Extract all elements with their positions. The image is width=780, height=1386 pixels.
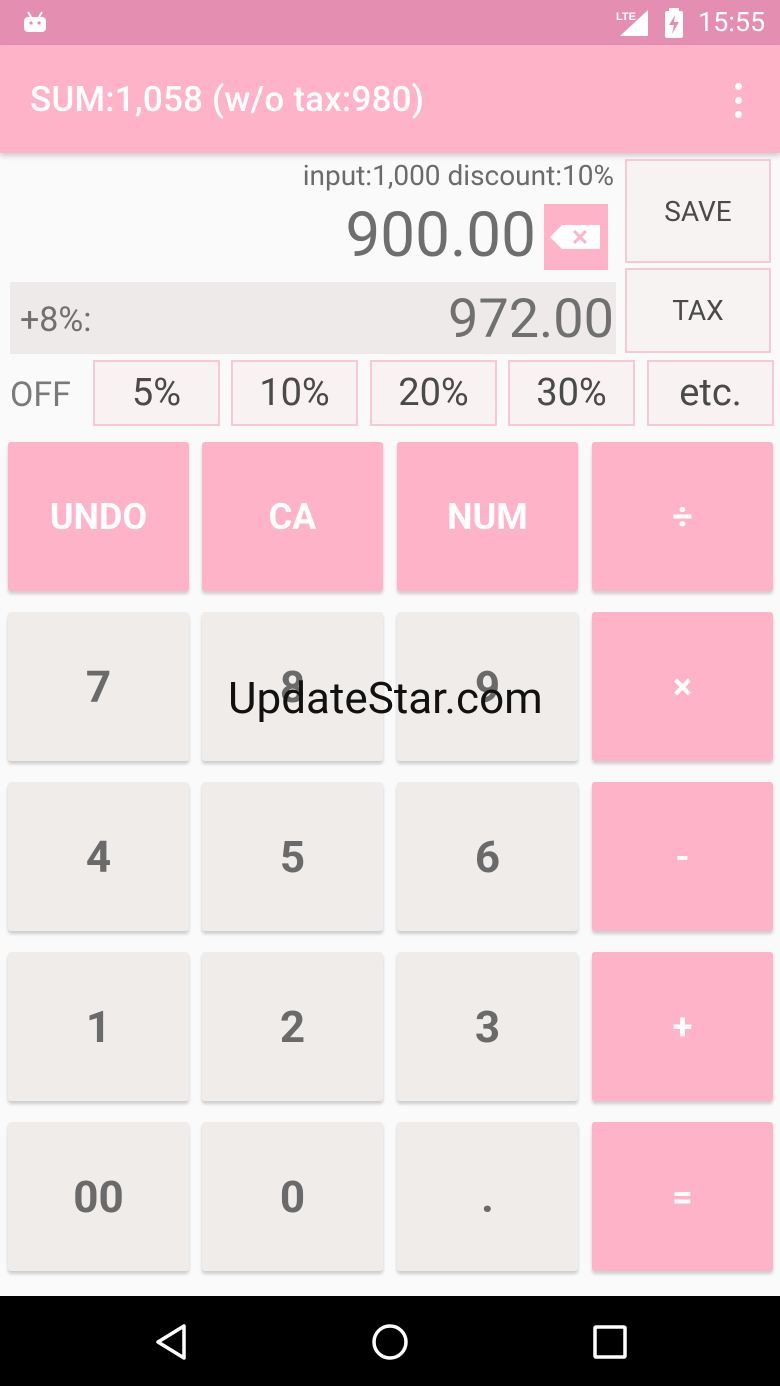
android-icon [24, 11, 46, 32]
tax-button[interactable]: TAX [625, 268, 771, 353]
home-icon[interactable] [370, 1322, 410, 1362]
key-9[interactable]: 9 [397, 612, 578, 761]
subtract-button[interactable]: - [592, 782, 773, 931]
app-bar: SUM:1,058 (w/o tax:980) [0, 45, 780, 153]
backspace-button[interactable] [544, 204, 608, 270]
clear-all-button[interactable]: CA [202, 442, 383, 591]
recents-icon[interactable] [592, 1324, 628, 1360]
backspace-icon [550, 225, 600, 249]
sum-title: SUM:1,058 (w/o tax:980) [30, 79, 425, 120]
overflow-menu-icon[interactable] [728, 81, 748, 121]
key-4[interactable]: 4 [8, 782, 189, 931]
divide-button[interactable]: ÷ [592, 442, 773, 591]
key-1[interactable]: 1 [8, 952, 189, 1101]
navigation-bar [0, 1296, 780, 1386]
clock: 15:55 [698, 6, 766, 38]
discount-30-button[interactable]: 30% [508, 360, 635, 426]
battery-icon [665, 8, 683, 38]
discount-off-button[interactable]: OFF [10, 375, 71, 415]
tax-rate-label: +8%: [20, 300, 92, 340]
status-bar: LTE 15:55 [0, 0, 780, 45]
input-discount-info: input:1,000 discount:10% [302, 159, 614, 192]
key-8[interactable]: 8 [202, 612, 383, 761]
discount-20-button[interactable]: 20% [370, 360, 497, 426]
network-label: LTE [616, 11, 636, 23]
discount-5-button[interactable]: 5% [93, 360, 220, 426]
tax-result-value: 972.00 [448, 288, 614, 351]
add-button[interactable]: + [592, 952, 773, 1101]
equals-button[interactable]: = [592, 1122, 773, 1271]
main-value: 900.00 [345, 199, 536, 272]
key-6[interactable]: 6 [397, 782, 578, 931]
key-00[interactable]: 00 [8, 1122, 189, 1271]
back-icon[interactable] [152, 1322, 192, 1362]
discount-10-button[interactable]: 10% [231, 360, 358, 426]
discount-etc-button[interactable]: etc. [647, 360, 774, 426]
signal-icon: LTE [616, 10, 648, 36]
key-5[interactable]: 5 [202, 782, 383, 931]
key-0[interactable]: 0 [202, 1122, 383, 1271]
num-button[interactable]: NUM [397, 442, 578, 591]
save-button[interactable]: SAVE [625, 159, 771, 263]
undo-button[interactable]: UNDO [8, 442, 189, 591]
multiply-button[interactable]: × [592, 612, 773, 761]
tax-result-row: +8%: 972.00 [10, 282, 616, 354]
decimal-point-button[interactable]: . [397, 1122, 578, 1271]
key-2[interactable]: 2 [202, 952, 383, 1101]
key-7[interactable]: 7 [8, 612, 189, 761]
key-3[interactable]: 3 [397, 952, 578, 1101]
